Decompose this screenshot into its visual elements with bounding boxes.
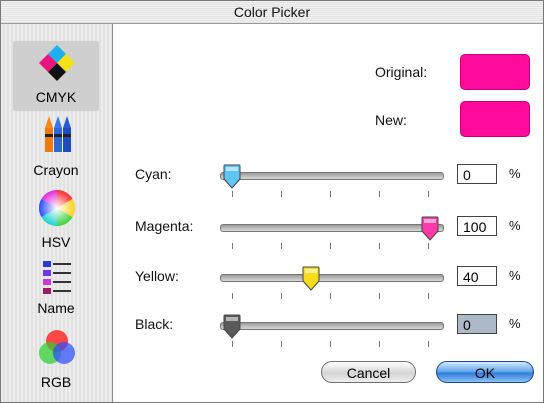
slider-tick [428,341,429,347]
value-field[interactable]: 0 [457,164,497,184]
value-field[interactable]: 0 [457,314,497,334]
slider-tick [330,191,331,197]
slider-tick [379,191,380,197]
slider-track[interactable] [220,172,444,180]
slider-label: Magenta: [135,218,194,234]
slider-tick [379,293,380,299]
slider-thumb[interactable] [419,216,441,242]
sidebar-item-label: Crayon [33,162,79,178]
slider-label: Cyan: [135,166,172,182]
sidebar-item-label: CMYK [35,89,77,105]
slider-tick [428,243,429,249]
sidebar-item-rgb[interactable]: RGB [13,326,99,398]
picker-mode-sidebar: CMYK Crayon HSV Name RGB [1,24,113,402]
slider-tick [232,191,233,197]
slider-thumb[interactable] [221,314,243,340]
slider-tick [379,243,380,249]
percent-unit: % [509,166,521,181]
slider-tick [379,341,380,347]
slider-track[interactable] [220,322,444,330]
cancel-button[interactable]: Cancel [321,361,416,383]
slider-tick [232,341,233,347]
sidebar-item-label: HSV [41,234,71,250]
original-color-swatch [460,54,530,90]
sidebar-item-label: RGB [40,374,72,390]
cmyk-diamond-icon [39,45,75,81]
sidebar-item-crayon[interactable]: Crayon [13,114,99,184]
slider-tick [281,191,282,197]
window-title: Color Picker [233,4,311,20]
slider-thumb[interactable] [300,266,322,292]
percent-unit: % [509,316,521,331]
ok-button-label: OK [474,365,496,381]
percent-unit: % [509,218,521,233]
slider-tick [428,191,429,197]
sidebar-item-label: Name [37,300,75,316]
slider-tick [232,293,233,299]
slider-tick [330,293,331,299]
slider-tick [330,341,331,347]
slider-track[interactable] [220,274,444,282]
rgb-circles-icon [39,330,75,364]
slider-tick [281,341,282,347]
slider-track[interactable] [220,224,444,232]
new-label: New: [375,112,407,128]
new-color-swatch [460,101,530,137]
slider-label: Black: [135,316,174,332]
value-field[interactable]: 40 [457,266,497,286]
ok-button[interactable]: OK [436,361,534,383]
name-list-icon [43,261,71,294]
slider-tick [281,243,282,249]
slider-tick [330,243,331,249]
cancel-button-label: Cancel [346,365,391,381]
percent-unit: % [509,268,521,283]
cmyk-panel: Original: New: Cyan: 0% Magenta: 100% Yellow… [113,24,543,402]
slider-thumb[interactable] [221,164,243,190]
title-bar[interactable]: Color Picker [1,1,543,24]
slider-tick [232,243,233,249]
slider-label: Yellow: [135,268,179,284]
value-field[interactable]: 100 [457,216,497,236]
sidebar-item-name[interactable]: Name [13,256,99,324]
original-label: Original: [375,64,428,80]
sidebar-item-hsv[interactable]: HSV [13,186,99,256]
slider-tick [281,293,282,299]
slider-tick [428,293,429,299]
color-picker-window: Color Picker CMYK Crayon HSV Name RGB Or… [0,0,544,403]
crayons-icon [45,116,71,152]
color-wheel-icon [38,190,76,226]
sidebar-item-cmyk[interactable]: CMYK [13,41,99,111]
